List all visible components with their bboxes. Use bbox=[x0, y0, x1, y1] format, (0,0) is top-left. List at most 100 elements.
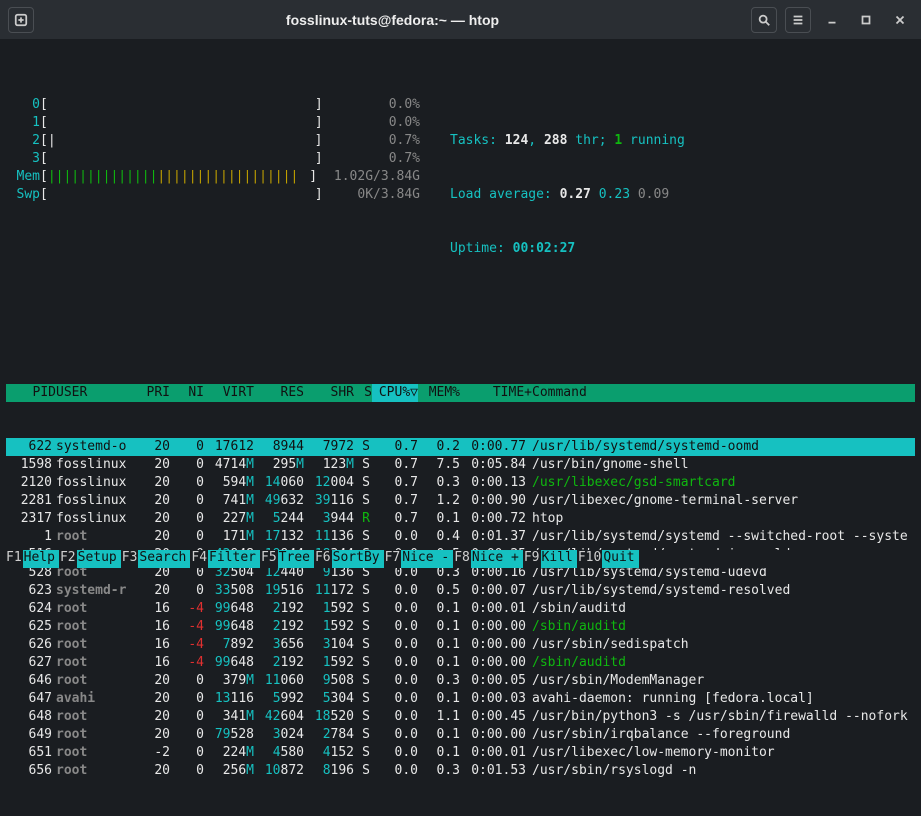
cell-cpu: 0.0 bbox=[372, 762, 418, 780]
cell-user: root bbox=[56, 762, 136, 780]
cell-status: S bbox=[354, 726, 372, 744]
col-pri[interactable]: PRI bbox=[136, 384, 170, 402]
cell-user: root bbox=[56, 744, 136, 762]
cell-user: fosslinux bbox=[56, 456, 136, 474]
cell-pri: 20 bbox=[136, 762, 170, 780]
new-tab-button[interactable] bbox=[8, 7, 34, 33]
footer-nice[interactable]: F7Nice - bbox=[384, 550, 454, 568]
process-header[interactable]: PID USER PRI NI VIRT RES SHR S CPU%▽ MEM… bbox=[6, 384, 915, 402]
col-cmd[interactable]: Command bbox=[532, 384, 915, 402]
footer-search[interactable]: F3Search bbox=[121, 550, 191, 568]
uptime-label: Uptime: bbox=[450, 241, 513, 256]
table-row[interactable]: 1598fosslinux2004714M295M123MS0.77.50:05… bbox=[6, 456, 915, 474]
cell-mem: 0.2 bbox=[418, 438, 460, 456]
table-row[interactable]: 625root16-49964821921592S0.00.10:00.00/s… bbox=[6, 618, 915, 636]
cell-status: S bbox=[354, 582, 372, 600]
col-user[interactable]: USER bbox=[56, 384, 136, 402]
table-row[interactable]: 649root2007952830242784S0.00.10:00.00/us… bbox=[6, 726, 915, 744]
process-list[interactable]: 622systemd-o2001761289447972S0.70.20:00.… bbox=[6, 438, 915, 780]
cell-res: 17132 bbox=[254, 528, 304, 546]
cell-virt: 7892 bbox=[204, 636, 254, 654]
cell-cpu: 0.0 bbox=[372, 582, 418, 600]
minimize-button[interactable] bbox=[819, 7, 845, 33]
cell-time: 0:00.77 bbox=[460, 438, 532, 456]
fkey: F3 bbox=[121, 550, 139, 568]
terminal[interactable]: 0[]0.0%1[]0.0%2[|]0.7%3[]0.7%Mem[|||||||… bbox=[0, 40, 921, 816]
maximize-button[interactable] bbox=[853, 7, 879, 33]
cell-shr: 7972 bbox=[304, 438, 354, 456]
meter-label: 0 bbox=[6, 96, 40, 114]
table-row[interactable]: 656root200256M108728196S0.00.30:01.53/us… bbox=[6, 762, 915, 780]
table-row[interactable]: 646root200379M110609508S0.00.30:00.05/us… bbox=[6, 672, 915, 690]
table-row[interactable]: 647avahi2001311659925304S0.00.10:00.03av… bbox=[6, 690, 915, 708]
cell-mem: 0.1 bbox=[418, 654, 460, 672]
cell-cpu: 0.0 bbox=[372, 600, 418, 618]
meter-bar: [|] bbox=[40, 132, 320, 150]
table-row[interactable]: 2281fosslinux200741M4963239116S0.71.20:0… bbox=[6, 492, 915, 510]
cell-virt: 227M bbox=[204, 510, 254, 528]
search-button[interactable] bbox=[751, 7, 777, 33]
col-mem[interactable]: MEM% bbox=[418, 384, 460, 402]
table-row[interactable]: 1root200171M1713211136S0.00.40:01.37/usr… bbox=[6, 528, 915, 546]
cell-status: S bbox=[354, 438, 372, 456]
footer-filter[interactable]: F4Filter bbox=[190, 550, 260, 568]
footer-tree[interactable]: F5Tree bbox=[260, 550, 314, 568]
col-res[interactable]: RES bbox=[254, 384, 304, 402]
col-pid[interactable]: PID bbox=[6, 384, 56, 402]
table-row[interactable]: 2317fosslinux200227M52443944R0.70.10:00.… bbox=[6, 510, 915, 528]
col-s[interactable]: S bbox=[354, 384, 372, 402]
cell-pid: 648 bbox=[6, 708, 56, 726]
cell-pri: 20 bbox=[136, 492, 170, 510]
col-cpu[interactable]: CPU%▽ bbox=[372, 384, 418, 402]
meter-label: 1 bbox=[6, 114, 40, 132]
table-row[interactable]: 648root200341M4260418520S0.01.10:00.45/u… bbox=[6, 708, 915, 726]
fkey: F4 bbox=[190, 550, 208, 568]
cell-time: 0:00.00 bbox=[460, 636, 532, 654]
table-row[interactable]: 651root-20224M45804152S0.00.10:00.01/usr… bbox=[6, 744, 915, 762]
cell-pri: 20 bbox=[136, 582, 170, 600]
cell-virt: 17612 bbox=[204, 438, 254, 456]
cell-pid: 627 bbox=[6, 654, 56, 672]
col-virt[interactable]: VIRT bbox=[204, 384, 254, 402]
meter-row: Mem[||||||||||||||||||||||||||||||||]1.0… bbox=[6, 168, 420, 186]
cell-command: /usr/libexec/gsd-smartcard bbox=[532, 474, 915, 492]
menu-button[interactable] bbox=[785, 7, 811, 33]
cell-cpu: 0.0 bbox=[372, 636, 418, 654]
flabel: Nice + bbox=[471, 550, 523, 568]
cell-pri: 16 bbox=[136, 654, 170, 672]
footer-setup[interactable]: F2Setup bbox=[59, 550, 121, 568]
col-shr[interactable]: SHR bbox=[304, 384, 354, 402]
fkey: F8 bbox=[453, 550, 471, 568]
close-button[interactable] bbox=[887, 7, 913, 33]
cell-status: S bbox=[354, 708, 372, 726]
footer-sortby[interactable]: F6SortBy bbox=[314, 550, 384, 568]
table-row[interactable]: 624root16-49964821921592S0.00.10:00.01/s… bbox=[6, 600, 915, 618]
footer-nice[interactable]: F8Nice + bbox=[453, 550, 523, 568]
cell-mem: 0.3 bbox=[418, 474, 460, 492]
cell-pri: 20 bbox=[136, 672, 170, 690]
fkey: F9 bbox=[523, 550, 541, 568]
meter-row: Swp[]0K/3.84G bbox=[6, 186, 420, 204]
uptime-value: 00:02:27 bbox=[513, 241, 576, 256]
table-row[interactable]: 623systemd-r200335081951611172S0.00.50:0… bbox=[6, 582, 915, 600]
table-row[interactable]: 626root16-4789236563104S0.00.10:00.00/us… bbox=[6, 636, 915, 654]
cell-user: fosslinux bbox=[56, 474, 136, 492]
table-row[interactable]: 2120fosslinux200594M1406012004S0.70.30:0… bbox=[6, 474, 915, 492]
cell-shr: 39116 bbox=[304, 492, 354, 510]
table-row[interactable]: 622systemd-o2001761289447972S0.70.20:00.… bbox=[6, 438, 915, 456]
meter-row: 1[]0.0% bbox=[6, 114, 420, 132]
table-row[interactable]: 627root16-49964821921592S0.00.10:00.00/s… bbox=[6, 654, 915, 672]
cell-shr: 2784 bbox=[304, 726, 354, 744]
close-icon bbox=[893, 13, 907, 27]
footer-help[interactable]: F1Help bbox=[5, 550, 59, 568]
footer-kill[interactable]: F9Kill bbox=[523, 550, 577, 568]
footer-quit[interactable]: F10Quit bbox=[577, 550, 639, 568]
cell-cpu: 0.0 bbox=[372, 528, 418, 546]
la2: 0.23 bbox=[599, 187, 630, 202]
la3: 0.09 bbox=[638, 187, 669, 202]
cell-ni: 0 bbox=[170, 582, 204, 600]
col-time[interactable]: TIME+ bbox=[460, 384, 532, 402]
cell-status: R bbox=[354, 510, 372, 528]
col-ni[interactable]: NI bbox=[170, 384, 204, 402]
cell-command: /usr/lib/systemd/systemd --switched-root… bbox=[532, 528, 915, 546]
